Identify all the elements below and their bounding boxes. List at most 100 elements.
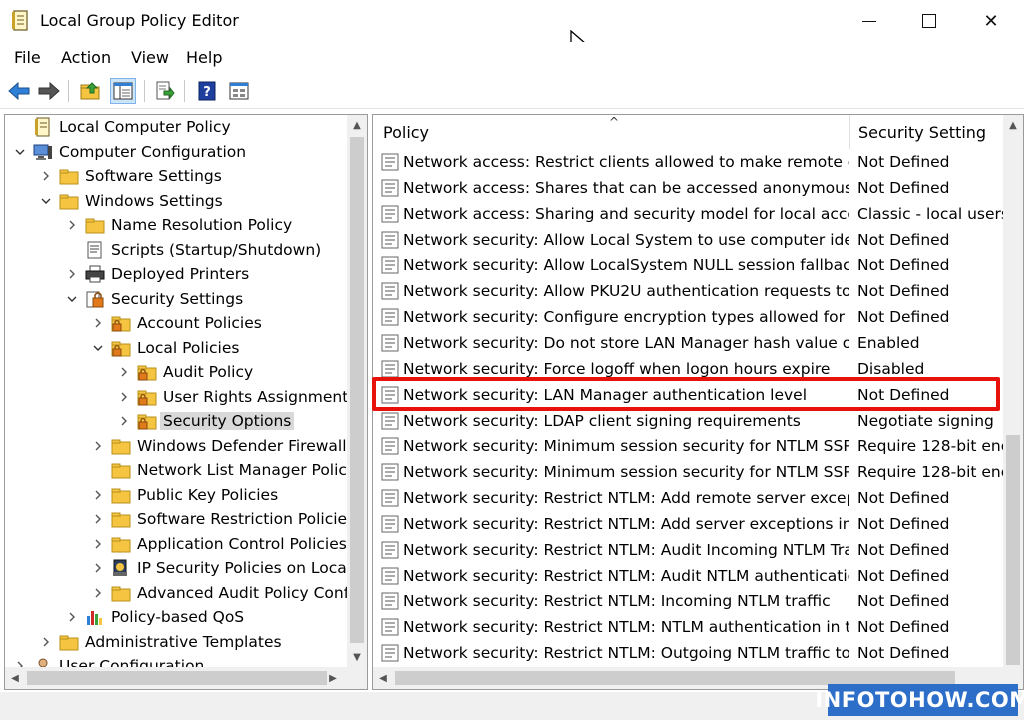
tree-item-public-key-policies[interactable]: Public Key Policies (91, 483, 278, 507)
policy-setting-icon (381, 334, 399, 352)
close-button[interactable]: ✕ (968, 6, 1014, 36)
menu-bar: File Action View Help (0, 42, 1024, 72)
tree-item-computer-configuration[interactable]: Computer Configuration (13, 140, 246, 164)
folder-icon (59, 633, 79, 651)
policy-name: Network security: Restrict NTLM: Audit N… (403, 566, 849, 585)
column-header-security-setting[interactable]: Security Setting (858, 115, 986, 149)
collapsed-chevron-icon[interactable] (91, 586, 105, 600)
policy-row[interactable]: Network access: Shares that can be acces… (373, 175, 1003, 201)
scroll-up-arrow-icon[interactable]: ▲ (347, 115, 367, 135)
menu-file[interactable]: File (14, 48, 41, 67)
collapsed-chevron-icon[interactable] (65, 218, 79, 232)
policy-row[interactable]: Network access: Restrict clients allowed… (373, 149, 1003, 175)
policy-row[interactable]: Network security: Allow LocalSystem NULL… (373, 252, 1003, 278)
tree-item-windows-settings[interactable]: Windows Settings (39, 189, 223, 213)
policy-row[interactable]: Network security: Restrict NTLM: Add ser… (373, 511, 1003, 537)
maximize-button[interactable] (906, 6, 952, 36)
policy-row[interactable]: Network security: Restrict NTLM: Audit I… (373, 537, 1003, 563)
policy-name: Network security: Minimum session securi… (403, 437, 849, 456)
expanded-chevron-icon[interactable] (13, 145, 27, 159)
policy-row[interactable]: Network security: Minimum session securi… (373, 459, 1007, 485)
tree-item-account-policies[interactable]: Account Policies (91, 311, 262, 335)
list-hscroll-thumb[interactable] (395, 671, 955, 685)
list-vertical-scrollbar[interactable]: ▲ (1003, 115, 1023, 689)
policy-row[interactable]: Network security: Restrict NTLM: NTLM au… (373, 614, 1003, 640)
collapsed-chevron-icon[interactable] (117, 365, 131, 379)
list-scroll-left-arrow-icon[interactable]: ◀ (373, 668, 393, 688)
navigation-tree-pane[interactable]: Local Computer Policy Computer Configurat… (4, 114, 368, 690)
scroll-right-arrow-icon[interactable]: ▶ (323, 668, 343, 688)
show-hide-tree-icon[interactable] (110, 78, 136, 104)
tree-item-security-options[interactable]: Security Options (117, 409, 295, 433)
policy-row[interactable]: Network security: Restrict NTLM: Outgoin… (373, 640, 1003, 666)
export-list-icon[interactable] (152, 78, 178, 104)
collapsed-chevron-icon[interactable] (117, 390, 131, 404)
column-header-policy[interactable]: Policy (383, 115, 429, 149)
collapsed-chevron-icon[interactable] (91, 488, 105, 502)
expanded-chevron-icon[interactable] (39, 194, 53, 208)
menu-help[interactable]: Help (186, 48, 222, 67)
forward-arrow-icon[interactable] (36, 78, 62, 104)
tree-scroll-thumb[interactable] (350, 137, 364, 643)
minimize-button[interactable] (846, 6, 892, 36)
policy-row[interactable]: Network security: Configure encryption t… (373, 304, 1003, 330)
policy-row[interactable]: Network security: Restrict NTLM: Incomin… (373, 588, 1003, 614)
tree-vertical-scrollbar[interactable]: ▲ ▼ (347, 115, 367, 667)
menu-view[interactable]: View (131, 48, 169, 67)
collapsed-chevron-icon[interactable] (91, 537, 105, 551)
tree-item-ip-security-policies-on-local[interactable]: IP Security Policies on Local (91, 556, 351, 580)
collapsed-chevron-icon[interactable] (65, 610, 79, 624)
tree-item-local-policies[interactable]: Local Policies (91, 336, 239, 360)
tree-item-network-list-manager-polici[interactable]: Network List Manager Polici (91, 458, 351, 482)
collapsed-chevron-icon[interactable] (91, 316, 105, 330)
tree-item-software-restriction-policies[interactable]: Software Restriction Policies (91, 507, 355, 531)
policy-row[interactable]: Network access: Sharing and security mod… (373, 201, 1007, 227)
expanded-chevron-icon[interactable] (65, 292, 79, 306)
tree-item-security-settings[interactable]: Security Settings (65, 287, 243, 311)
expanded-chevron-icon[interactable] (91, 341, 105, 355)
tree-item-application-control-policies[interactable]: Application Control Policies (91, 532, 347, 556)
list-scroll-up-arrow-icon[interactable]: ▲ (1003, 115, 1023, 135)
tree-horizontal-scrollbar[interactable]: ◀ ▶ (5, 667, 367, 689)
properties-icon[interactable] (226, 78, 252, 104)
collapsed-chevron-icon[interactable] (91, 439, 105, 453)
tree-item-administrative-templates[interactable]: Administrative Templates (39, 630, 282, 654)
collapsed-chevron-icon[interactable] (65, 267, 79, 281)
tree-item-label: Local Policies (137, 338, 240, 357)
back-arrow-icon[interactable] (6, 78, 32, 104)
menu-action[interactable]: Action (61, 48, 111, 67)
policy-row[interactable]: Network security: Restrict NTLM: Add rem… (373, 485, 1003, 511)
tree-item-name-resolution-policy[interactable]: Name Resolution Policy (65, 213, 292, 237)
tree-item-windows-defender-firewall-w[interactable]: Windows Defender Firewall w (91, 434, 364, 458)
collapsed-chevron-icon[interactable] (39, 635, 53, 649)
help-icon[interactable]: ? (194, 78, 220, 104)
scroll-left-arrow-icon[interactable]: ◀ (5, 668, 25, 688)
tree-hscroll-thumb[interactable] (27, 671, 327, 685)
policy-setting-icon (381, 308, 399, 326)
policy-name: Network security: Restrict NTLM: Add ser… (403, 514, 849, 533)
policy-row[interactable]: Network security: Do not store LAN Manag… (373, 330, 1003, 356)
tree-item-advanced-audit-policy-conf[interactable]: Advanced Audit Policy Conf (91, 581, 349, 605)
policy-row[interactable]: Network security: Restrict NTLM: Audit N… (373, 563, 1003, 589)
up-folder-icon[interactable] (78, 78, 104, 104)
collapsed-chevron-icon[interactable] (91, 512, 105, 526)
tree-item-audit-policy[interactable]: Audit Policy (117, 360, 253, 384)
policy-row[interactable]: Network security: Minimum session securi… (373, 433, 1007, 459)
policy-security-setting: Not Defined (857, 153, 950, 171)
tree-item-deployed-printers[interactable]: Deployed Printers (65, 262, 249, 286)
tree-item-policy-based-qos[interactable]: Policy-based QoS (65, 605, 244, 629)
tree-item-local-computer-policy[interactable]: Local Computer Policy (13, 115, 231, 139)
tree-item-scripts-startup-shutdown[interactable]: Scripts (Startup/Shutdown) (65, 238, 321, 262)
policy-security-setting: Not Defined (857, 514, 950, 533)
policy-row[interactable]: Network security: Allow PKU2U authentica… (373, 278, 1003, 304)
policy-setting-icon (381, 205, 399, 223)
list-scroll-thumb[interactable] (1006, 435, 1020, 665)
collapsed-chevron-icon[interactable] (117, 414, 131, 428)
collapsed-chevron-icon[interactable] (91, 561, 105, 575)
tree-item-software-settings[interactable]: Software Settings (39, 164, 222, 188)
policy-row[interactable]: Network security: Allow Local System to … (373, 227, 1003, 253)
policy-row[interactable]: Network security: LDAP client signing re… (373, 408, 1003, 434)
scroll-down-arrow-icon[interactable]: ▼ (347, 647, 367, 667)
tree-item-user-rights-assignment[interactable]: User Rights Assignment (117, 385, 348, 409)
collapsed-chevron-icon[interactable] (39, 169, 53, 183)
